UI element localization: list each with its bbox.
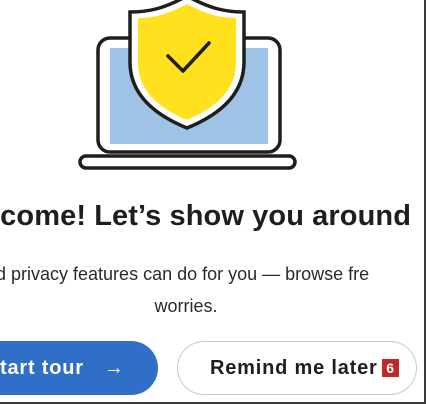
welcome-title: lcome! Let’s show you around xyxy=(0,200,412,232)
start-tour-label: tart tour xyxy=(0,356,84,379)
shortcut-badge: 6 xyxy=(381,359,399,377)
laptop-shield-check-icon xyxy=(78,0,297,170)
subtitle-line-1: d privacy features can do for you — brow… xyxy=(0,264,370,284)
welcome-dialog: lcome! Let’s show you around d privacy f… xyxy=(0,0,426,404)
welcome-subtitle: d privacy features can do for you — brow… xyxy=(0,258,424,322)
remind-later-label: Remind me later xyxy=(210,356,378,379)
remind-me-later-button[interactable]: Remind me later 6 xyxy=(177,341,417,395)
subtitle-line-2: worries. xyxy=(154,296,218,316)
arrow-right-icon: → xyxy=(103,356,125,379)
start-tour-button[interactable]: tart tour → xyxy=(0,341,158,395)
